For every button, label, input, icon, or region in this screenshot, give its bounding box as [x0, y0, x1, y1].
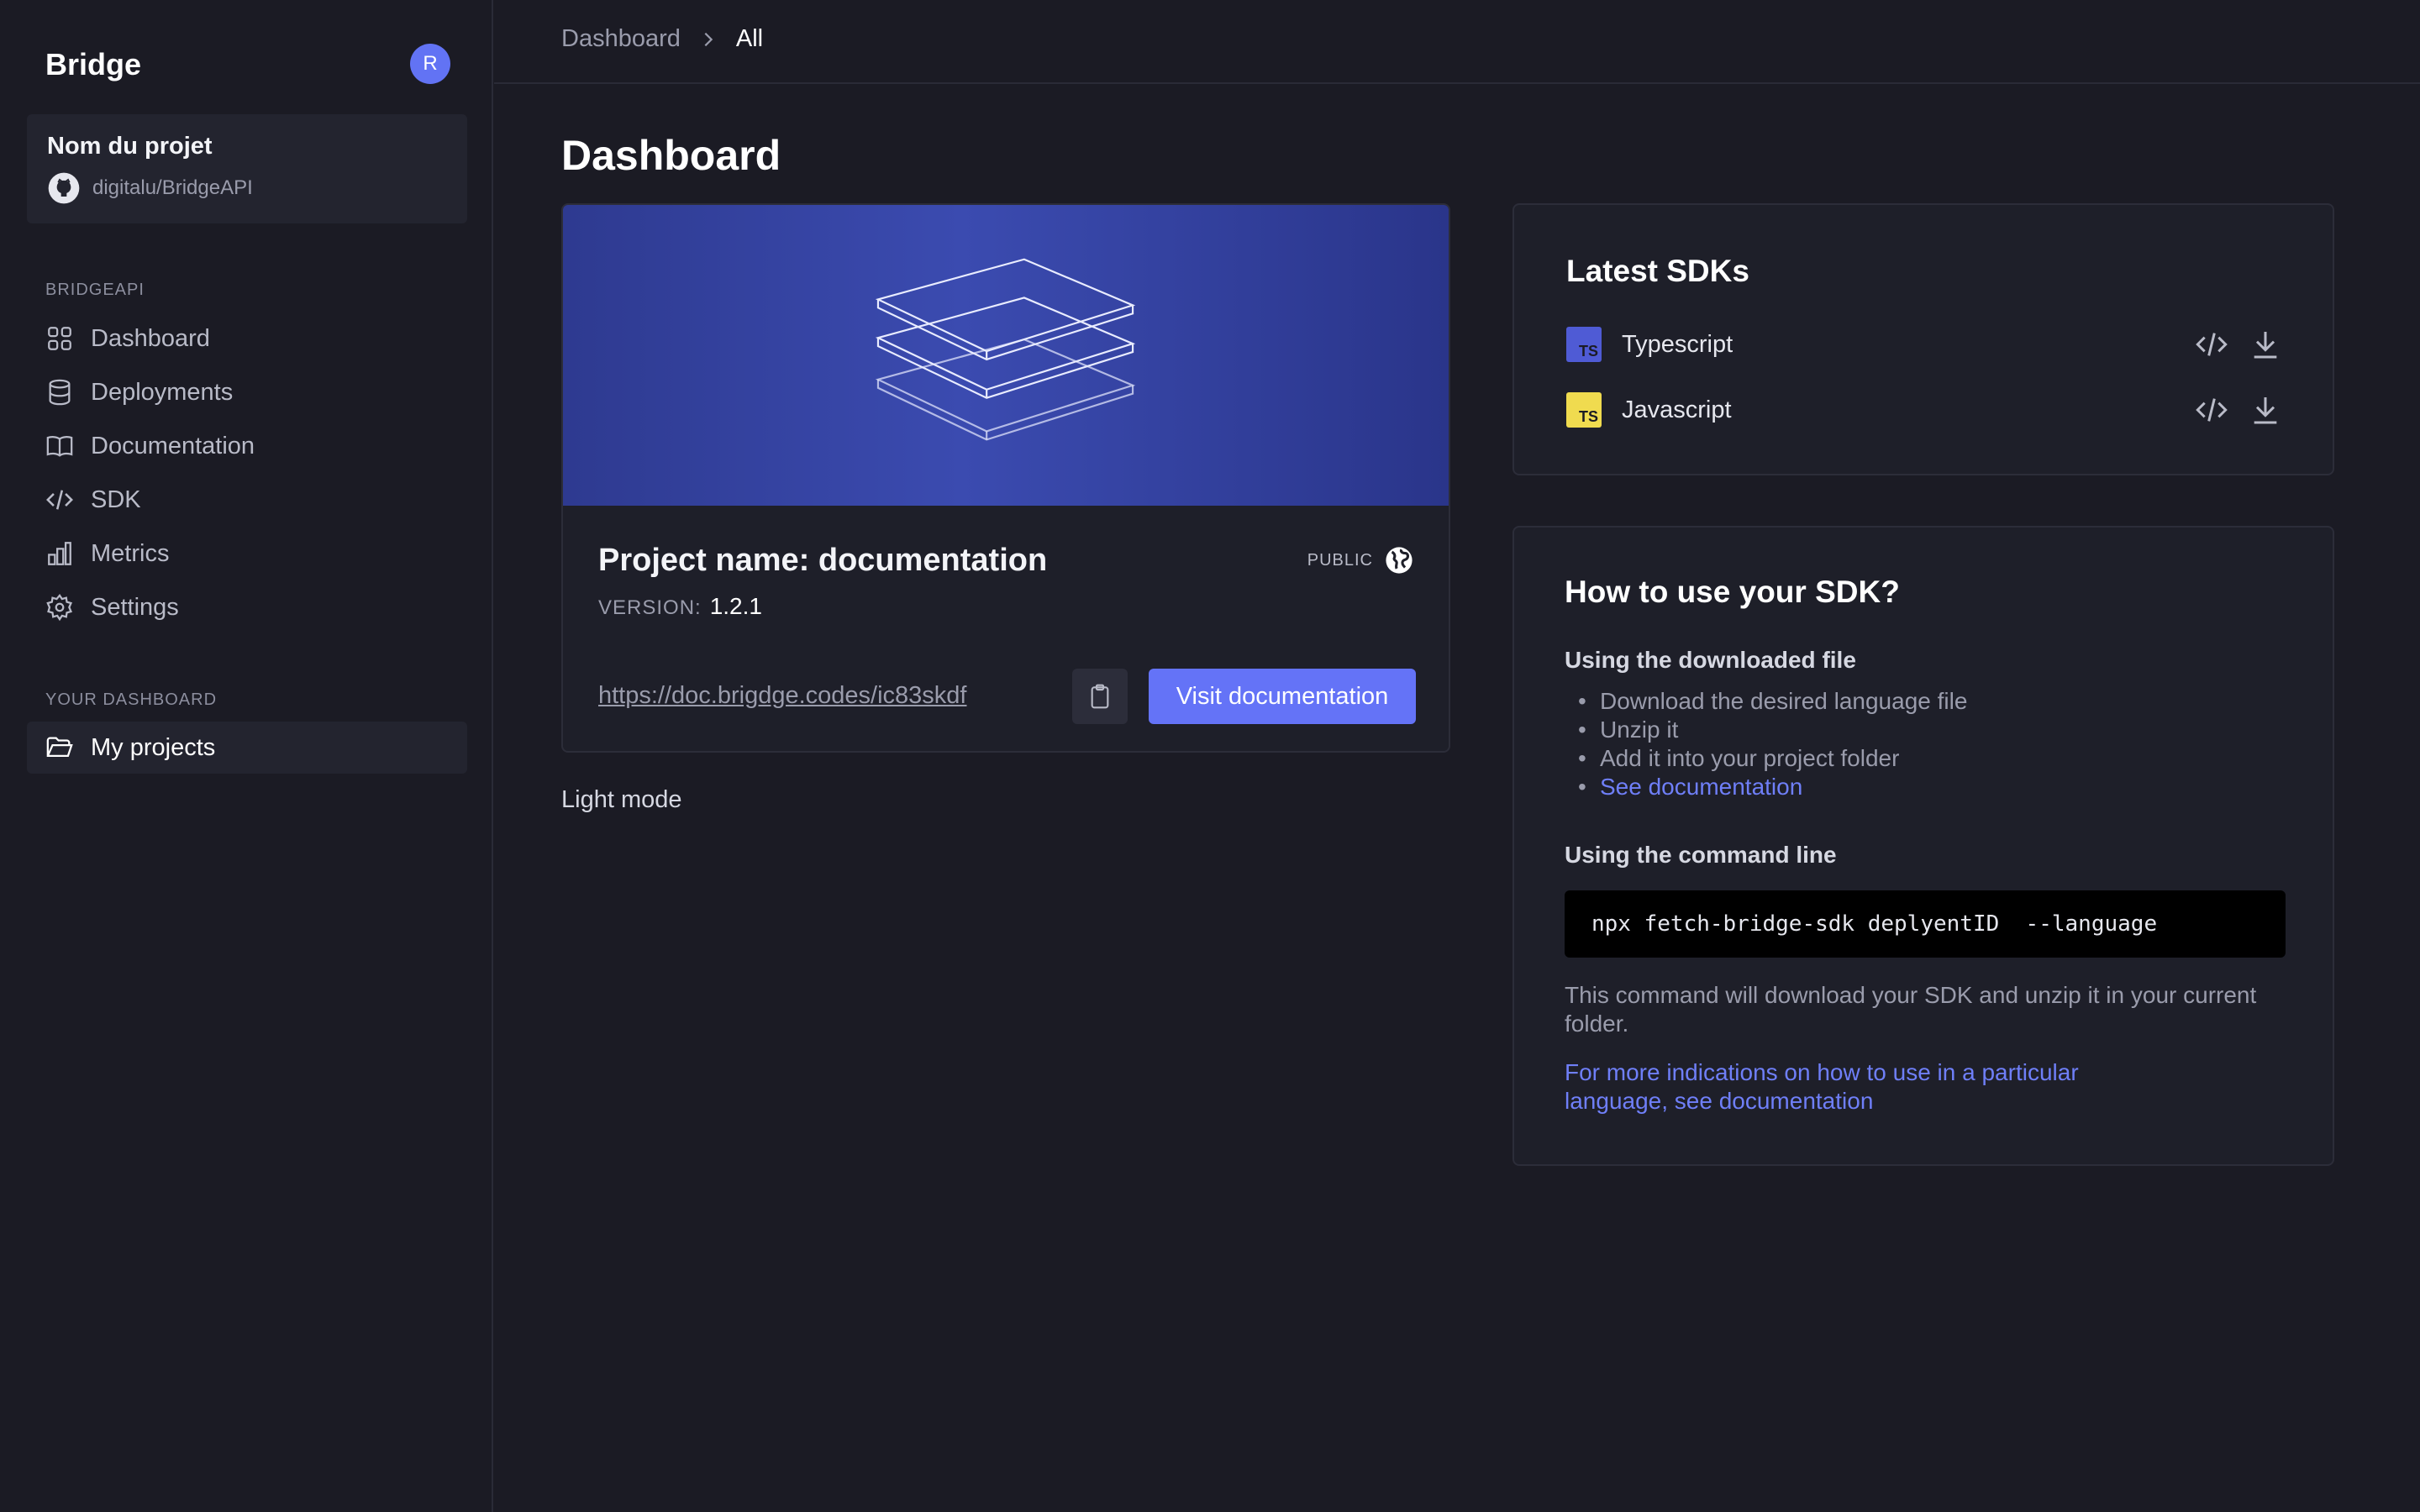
see-documentation-link[interactable]: See documentation	[1565, 773, 1967, 801]
sidebar-item-label: Settings	[91, 593, 179, 621]
sdk-row-javascript: TS Javascript	[1566, 391, 2282, 428]
repo-name: digitalu/BridgeAPI	[92, 176, 253, 199]
breadcrumb-current: All	[735, 25, 764, 52]
sidebar-item-label: Metrics	[91, 539, 170, 567]
list-item: Unzip it	[1565, 716, 1967, 744]
sidebar-item-my-projects[interactable]: My projects	[27, 722, 467, 774]
sidebar-item-settings[interactable]: Settings	[27, 581, 467, 633]
sidebar: Bridge R Nom du projet digitalu/BridgeAP…	[0, 0, 493, 1512]
sdk-name: Typescript	[1622, 330, 1733, 358]
documentation-url[interactable]: https://doc.brigdge.codes/ic83skdf	[598, 682, 966, 710]
clipboard-icon	[1091, 684, 1109, 709]
command-description: This command will download your SDK and …	[1565, 982, 2257, 1037]
book-icon	[46, 436, 73, 457]
breadcrumb-dashboard[interactable]: Dashboard	[561, 25, 681, 53]
version-value: 1.2.1	[709, 593, 762, 619]
version-label: VERSION:	[598, 596, 702, 619]
database-icon	[49, 379, 71, 406]
list-item: Download the desired language file	[1565, 687, 1967, 716]
nav-section-bridgeapi: BRIDGEAPI	[45, 281, 145, 299]
github-icon	[48, 172, 80, 204]
folder-open-icon	[46, 737, 73, 758]
how-to-title: How to use your SDK?	[1565, 575, 1900, 609]
how-to-use-card: How to use your SDK? Using the downloade…	[1512, 526, 2334, 1166]
sdk-row-typescript: TS Typescript	[1566, 326, 2282, 363]
sidebar-item-dashboard[interactable]: Dashboard	[27, 312, 467, 365]
visibility-label: PUBLIC	[1307, 550, 1373, 570]
repo-link[interactable]: digitalu/BridgeAPI	[47, 170, 253, 207]
nav-section-your-dashboard: YOUR DASHBOARD	[45, 690, 218, 709]
steps-list: Download the desired language file Unzip…	[1565, 687, 1967, 801]
sidebar-item-metrics[interactable]: Metrics	[27, 528, 467, 580]
app-brand[interactable]: Bridge	[45, 47, 141, 82]
visibility-badge: PUBLIC	[1307, 546, 1413, 575]
typescript-icon: TS	[1566, 327, 1602, 362]
latest-sdks-card: Latest SDKs TS Typescript TS Javascript	[1512, 203, 2334, 475]
globe-icon	[1386, 547, 1413, 574]
sdk-badge-text: TS	[1578, 408, 1598, 425]
project-title: Project name: documentation	[598, 543, 1048, 578]
view-code-icon[interactable]	[2195, 393, 2228, 427]
copy-url-button[interactable]	[1072, 669, 1128, 724]
version-info: VERSION: 1.2.1	[598, 593, 762, 620]
light-mode-toggle[interactable]: Light mode	[561, 786, 682, 814]
javascript-icon: TS	[1566, 392, 1602, 428]
sidebar-item-label: Deployments	[91, 378, 234, 406]
sidebar-item-label: Dashboard	[91, 324, 210, 352]
download-icon[interactable]	[2249, 328, 2282, 361]
chevron-right-icon	[704, 32, 713, 46]
command-code-block[interactable]: npx fetch-bridge-sdk deplyentID --langua…	[1565, 890, 2286, 958]
project-name: Nom du projet	[47, 133, 213, 160]
sidebar-item-label: My projects	[91, 733, 216, 761]
topbar: Dashboard All	[494, 0, 2420, 84]
sidebar-item-deployments[interactable]: Deployments	[27, 366, 467, 418]
sidebar-item-label: SDK	[91, 486, 141, 513]
gear-icon	[46, 593, 73, 622]
command-line-heading: Using the command line	[1565, 842, 1837, 868]
sidebar-item-label: Documentation	[91, 432, 255, 459]
sidebar-item-sdk[interactable]: SDK	[27, 474, 467, 526]
sdk-badge-text: TS	[1578, 343, 1598, 360]
project-selector[interactable]: Nom du projet digitalu/BridgeAPI	[27, 114, 467, 223]
more-indications-link[interactable]: For more indications on how to use in a …	[1565, 1058, 2170, 1116]
view-code-icon[interactable]	[2195, 328, 2228, 361]
list-item: Add it into your project folder	[1565, 744, 1967, 773]
breadcrumb: Dashboard All	[561, 25, 763, 53]
visit-documentation-button[interactable]: Visit documentation	[1149, 669, 1416, 724]
sdk-name: Javascript	[1622, 396, 1732, 423]
grid-icon	[48, 327, 71, 350]
sdks-title: Latest SDKs	[1566, 254, 1749, 288]
code-icon	[46, 490, 73, 510]
bar-chart-icon	[48, 542, 71, 565]
downloaded-file-heading: Using the downloaded file	[1565, 647, 1856, 673]
layers-icon	[875, 258, 1136, 441]
avatar[interactable]: R	[410, 44, 450, 84]
page-title: Dashboard	[561, 132, 781, 179]
project-card: Project name: documentation PUBLIC VERSI…	[561, 203, 1450, 753]
download-icon[interactable]	[2249, 393, 2282, 427]
project-banner	[563, 205, 1449, 506]
brand-row: Bridge R	[45, 42, 450, 86]
sidebar-item-documentation[interactable]: Documentation	[27, 420, 467, 472]
